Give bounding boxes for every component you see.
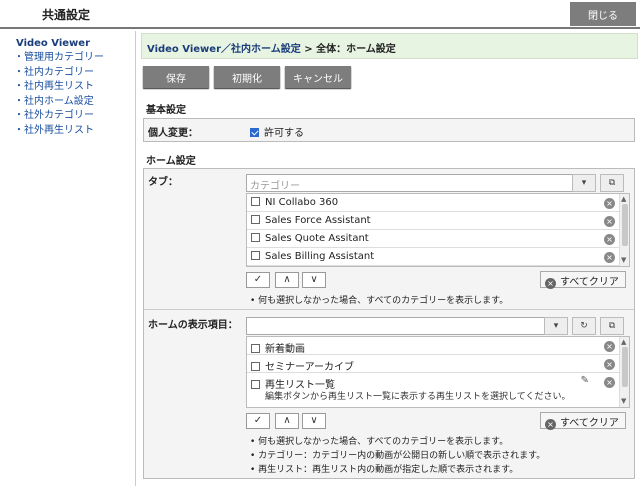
edit-icon[interactable]: ✎ — [581, 375, 589, 386]
list-item[interactable]: Sales Billing Assistant × — [247, 248, 621, 266]
top-bar: 共通設定 閉じる — [0, 0, 640, 29]
remove-icon[interactable]: × — [604, 198, 615, 209]
home-settings-title: ホーム設定 — [146, 156, 196, 167]
list-item-checkbox[interactable] — [251, 215, 260, 224]
clear-all-label: すべてクリア — [560, 277, 619, 288]
tab-listbox: NI Collabo 360 × Sales Force Assistant ×… — [246, 193, 630, 267]
remove-icon[interactable]: × — [604, 234, 615, 245]
tab-label: タブ： — [148, 177, 178, 188]
home-settings-box: タブ： カテゴリー ▾ ⧉ NI Collabo 360 × Sales For… — [143, 168, 635, 479]
tab-clear-all-button[interactable]: × すべてクリア — [540, 271, 626, 289]
list-item[interactable]: Sales Force Assistant × — [247, 212, 621, 230]
basic-settings-box: 個人変更： 許可する — [143, 118, 635, 142]
list-item-label: NI Collabo 360 — [265, 197, 339, 208]
breadcrumb-separator: > — [304, 44, 313, 55]
display-clear-all-button[interactable]: × すべてクリア — [540, 412, 626, 430]
arrow-up-icon[interactable]: ∧ — [275, 272, 299, 288]
remove-icon[interactable]: × — [604, 252, 615, 263]
arrow-down-icon[interactable]: ∨ — [302, 413, 326, 429]
scroll-down-icon[interactable]: ▼ — [621, 397, 626, 405]
chevron-down-icon[interactable]: ▾ — [544, 317, 568, 335]
tab-category-input[interactable]: カテゴリー — [246, 174, 573, 192]
basic-settings-title: 基本設定 — [146, 105, 186, 116]
arrow-down-icon[interactable]: ∨ — [302, 272, 326, 288]
sidebar-list: 管理用カテゴリー 社内カテゴリー 社内再生リスト 社内ホーム設定 社外カテゴリー… — [16, 51, 135, 139]
display-input[interactable] — [246, 317, 545, 335]
display-note: カテゴリー：カテゴリー内の動画が公開日の新しい順で表示されます。 — [250, 448, 545, 461]
display-note: 再生リスト：再生リスト内の動画が指定した順で表示されます。 — [250, 462, 518, 475]
remove-icon[interactable]: × — [604, 377, 615, 388]
remove-icon[interactable]: × — [604, 216, 615, 227]
scroll-thumb[interactable] — [622, 347, 628, 387]
cancel-button[interactable]: キャンセル — [285, 66, 351, 88]
list-item-label: Sales Force Assistant — [265, 215, 371, 226]
list-item[interactable]: 再生リスト一覧 ✎ × 編集ボタンから再生リスト一覧に表示する再生リストを選択し… — [247, 373, 621, 407]
breadcrumb: Video Viewer／社内ホーム設定 > 全体：ホーム設定 — [141, 33, 638, 59]
refresh-icon[interactable]: ↻ — [572, 317, 596, 335]
allow-checkbox[interactable] — [250, 128, 259, 137]
scroll-up-icon[interactable]: ▲ — [621, 195, 626, 203]
sidebar: Video Viewer 管理用カテゴリー 社内カテゴリー 社内再生リスト 社内… — [0, 31, 136, 486]
list-item-checkbox[interactable] — [251, 344, 260, 353]
check-icon[interactable]: ✓ — [246, 272, 270, 288]
scroll-up-icon[interactable]: ▲ — [621, 338, 626, 346]
sidebar-head[interactable]: Video Viewer — [16, 38, 135, 49]
display-label: ホームの表示項目： — [148, 320, 238, 331]
scroll-thumb[interactable] — [622, 204, 628, 246]
copy-icon[interactable]: ⧉ — [600, 174, 624, 192]
clear-icon: × — [545, 278, 556, 289]
list-item-checkbox[interactable] — [251, 233, 260, 242]
list-item-label: セミナーアーカイブ — [265, 362, 354, 373]
sidebar-item-internal-home[interactable]: 社内ホーム設定 — [16, 95, 135, 110]
arrow-up-icon[interactable]: ∧ — [275, 413, 299, 429]
list-item-label: 新着動画 — [265, 344, 305, 355]
sidebar-item-external-playlist[interactable]: 社外再生リスト — [16, 124, 135, 139]
divider — [144, 309, 634, 310]
display-listbox: 新着動画 × セミナーアーカイブ × 再生リスト一覧 ✎ × 編集ボタンから再生… — [246, 336, 630, 408]
sidebar-item-internal-category[interactable]: 社内カテゴリー — [16, 66, 135, 81]
sidebar-item-internal-playlist[interactable]: 社内再生リスト — [16, 80, 135, 95]
clear-icon: × — [545, 419, 556, 430]
tab-scrollbar[interactable]: ▲ ▼ — [619, 194, 629, 266]
display-note: 何も選択しなかった場合、すべてのカテゴリーを表示します。 — [250, 434, 508, 447]
sidebar-item-admin-category[interactable]: 管理用カテゴリー — [16, 51, 135, 66]
list-item-checkbox[interactable] — [251, 380, 260, 389]
chevron-down-icon[interactable]: ▾ — [572, 174, 596, 192]
list-item-checkbox[interactable] — [251, 197, 260, 206]
check-icon[interactable]: ✓ — [246, 413, 270, 429]
clear-all-label: すべてクリア — [560, 418, 619, 429]
list-item-sub: 編集ボタンから再生リスト一覧に表示する再生リストを選択してください。 — [265, 392, 571, 402]
copy-icon[interactable]: ⧉ — [600, 317, 624, 335]
list-item[interactable]: 新着動画 × — [247, 337, 621, 355]
list-item-checkbox[interactable] — [251, 362, 260, 371]
list-item[interactable]: セミナーアーカイブ × — [247, 355, 621, 373]
display-scrollbar[interactable]: ▲ ▼ — [619, 337, 629, 407]
breadcrumb-current: 全体：ホーム設定 — [316, 44, 396, 55]
tab-note: 何も選択しなかった場合、すべてのカテゴリーを表示します。 — [250, 293, 508, 306]
list-item-label: Sales Billing Assistant — [265, 251, 375, 262]
list-item-checkbox[interactable] — [251, 251, 260, 260]
list-item[interactable]: Sales Quote Assitant × — [247, 230, 621, 248]
list-item-label: Sales Quote Assitant — [265, 233, 369, 244]
allow-label: 許可する — [264, 128, 304, 139]
allow-checkbox-wrap[interactable]: 許可する — [250, 124, 304, 139]
close-button[interactable]: 閉じる — [570, 2, 636, 26]
breadcrumb-link[interactable]: Video Viewer／社内ホーム設定 — [147, 44, 301, 55]
remove-icon[interactable]: × — [604, 359, 615, 370]
remove-icon[interactable]: × — [604, 341, 615, 352]
reset-button[interactable]: 初期化 — [214, 66, 280, 88]
save-button[interactable]: 保存 — [143, 66, 209, 88]
main-content: Video Viewer／社内ホーム設定 > 全体：ホーム設定 保存 初期化 キ… — [138, 31, 640, 486]
personal-change-label: 個人変更： — [148, 128, 198, 139]
page-title: 共通設定 — [42, 8, 91, 22]
list-item[interactable]: NI Collabo 360 × — [247, 194, 621, 212]
scroll-down-icon[interactable]: ▼ — [621, 256, 626, 264]
sidebar-item-external-category[interactable]: 社外カテゴリー — [16, 109, 135, 124]
